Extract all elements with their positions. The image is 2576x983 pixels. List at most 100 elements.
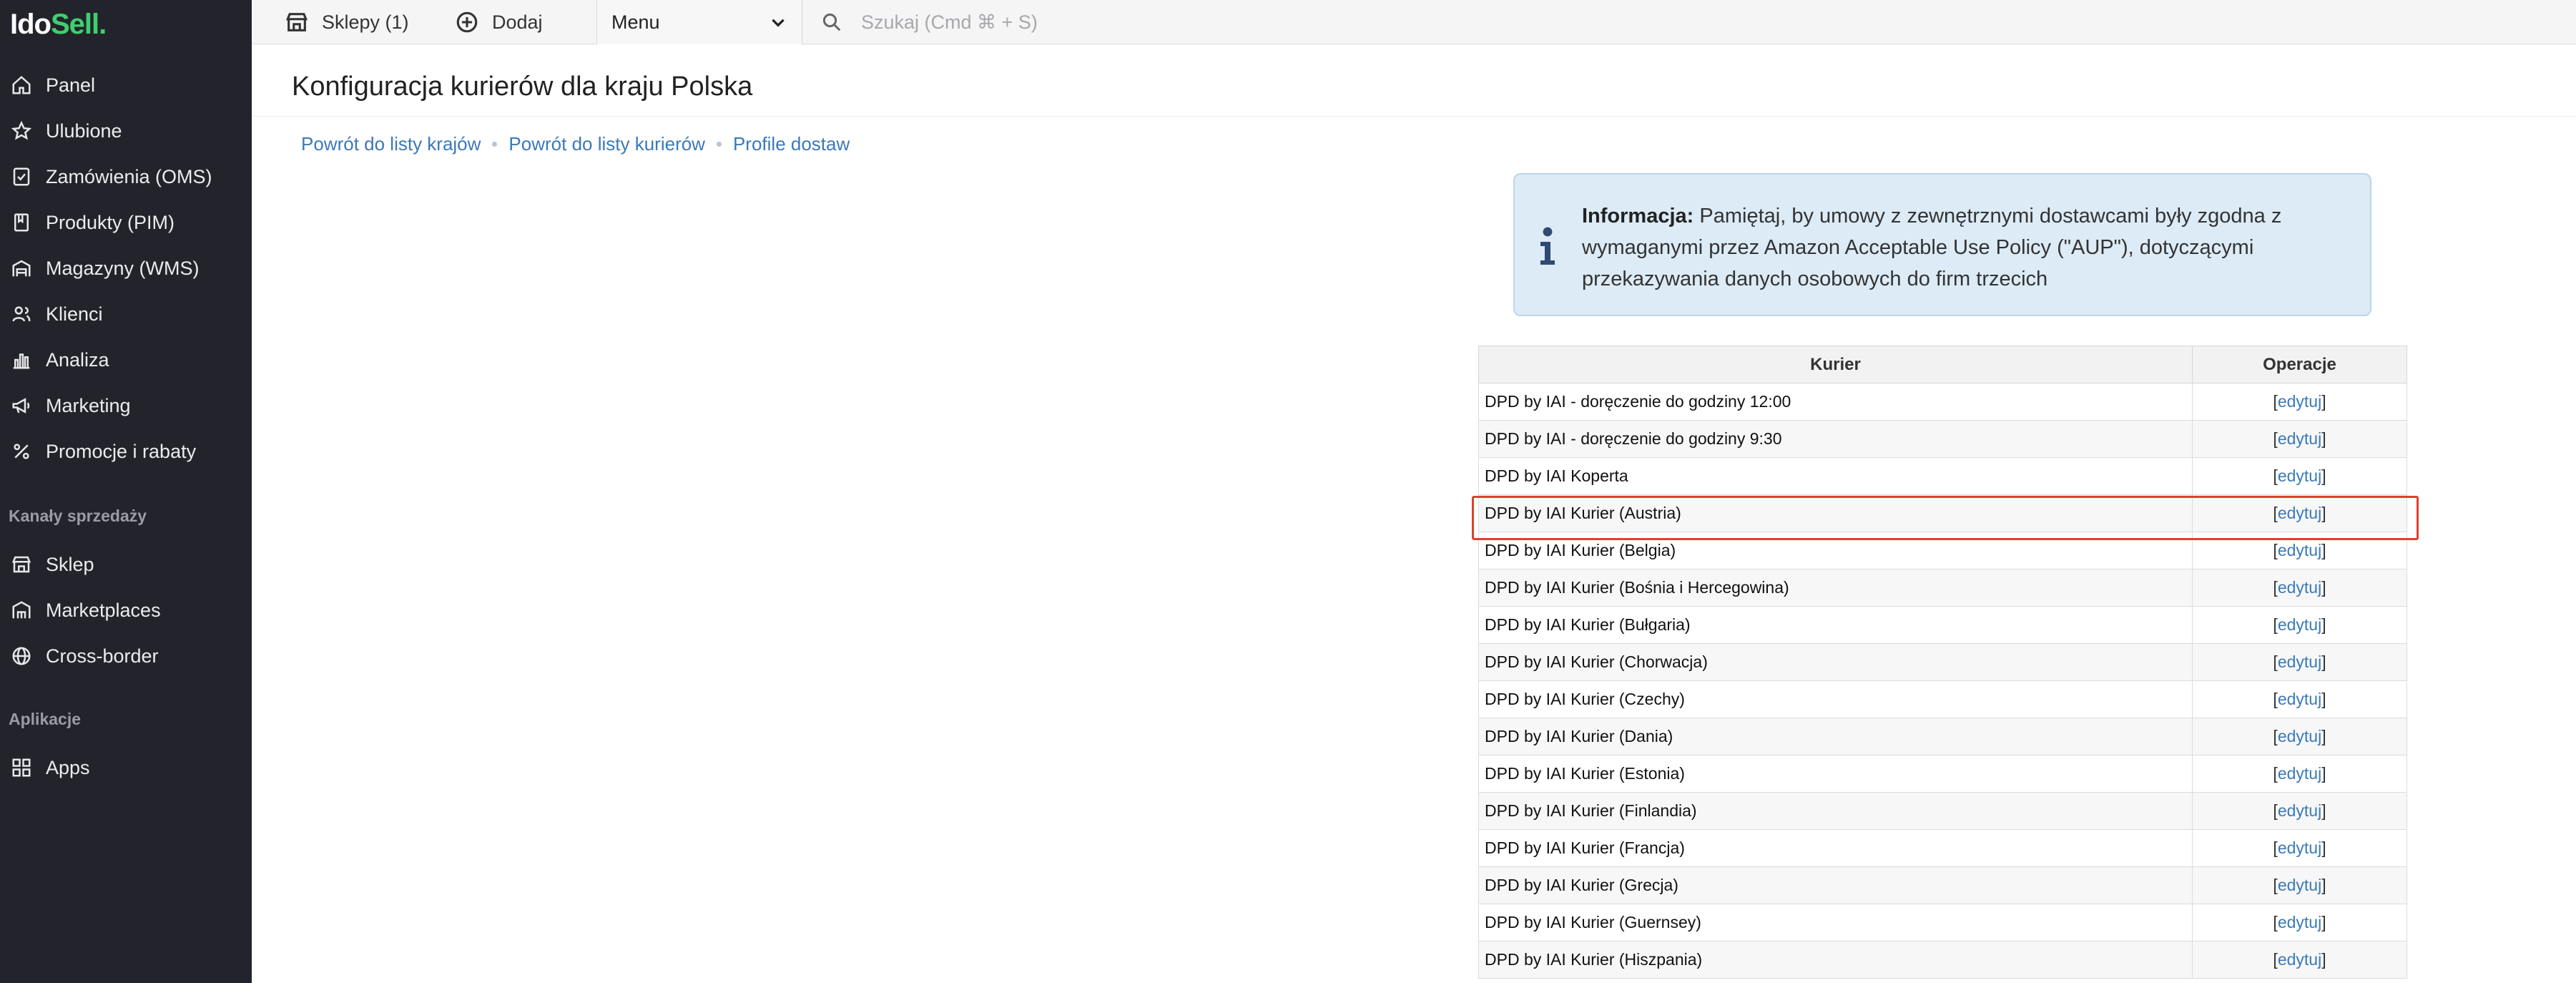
sidebar-item-analiza[interactable]: Analiza: [0, 341, 252, 379]
breadcrumb: Powrót do listy krajów Powrót do listy k…: [301, 133, 850, 155]
link-back-to-countries[interactable]: Powrót do listy krajów: [301, 133, 481, 155]
edit-link[interactable]: edytuj: [2278, 838, 2321, 857]
store-icon: [285, 13, 308, 31]
edit-link[interactable]: edytuj: [2278, 466, 2321, 485]
sidebar-item-label: Magazyny (WMS): [46, 257, 200, 279]
edit-link[interactable]: edytuj: [2278, 690, 2321, 708]
edit-link[interactable]: edytuj: [2278, 541, 2321, 559]
edit-link[interactable]: edytuj: [2278, 876, 2321, 894]
edit-link[interactable]: edytuj: [2278, 615, 2321, 634]
operations-cell: [edytuj]: [2192, 643, 2407, 681]
edit-link[interactable]: edytuj: [2278, 392, 2321, 411]
edit-link[interactable]: edytuj: [2278, 504, 2321, 522]
add-label: Dodaj: [492, 11, 543, 33]
operations-cell: [edytuj]: [2192, 792, 2407, 830]
sidebar-item-produkty[interactable]: Produkty (PIM): [0, 203, 252, 242]
search-input[interactable]: [861, 11, 1719, 34]
idosell-logo[interactable]: IdoSell.: [10, 9, 107, 41]
edit-link[interactable]: edytuj: [2278, 578, 2321, 597]
operations-cell: [edytuj]: [2192, 383, 2407, 421]
sidebar-item-label: Promocje i rabaty: [46, 440, 197, 462]
section-label-sales-channels: Kanały sprzedaży: [9, 507, 147, 525]
table-row: DPD by IAI Kurier (Estonia) [edytuj]: [1478, 755, 2407, 793]
operations-cell: [edytuj]: [2192, 904, 2407, 942]
store-icon: [10, 553, 33, 576]
courier-name-cell: DPD by IAI Kurier (Chorwacja): [1478, 643, 2193, 681]
sidebar: IdoSell. Panel Ulubione Zamówienia (OMS)…: [0, 0, 252, 983]
sidebar-item-label: Cross-border: [46, 645, 159, 667]
home-icon: [10, 74, 33, 97]
add-button[interactable]: Dodaj: [455, 0, 543, 44]
courier-name-cell: DPD by IAI Kurier (Belgia): [1478, 532, 2193, 569]
page-title: Konfiguracja kurierów dla kraju Polska: [292, 72, 753, 102]
table-row: DPD by IAI Kurier (Austria) [edytuj]: [1478, 494, 2407, 532]
marketplace-icon: [10, 599, 33, 622]
operations-cell: [edytuj]: [2192, 494, 2407, 532]
courier-name-cell: DPD by IAI Kurier (Guernsey): [1478, 904, 2193, 942]
courier-name-cell: DPD by IAI Kurier (Bośnia i Hercegowina): [1478, 569, 2193, 607]
operations-cell: [edytuj]: [2192, 866, 2407, 904]
table-row: DPD by IAI Kurier (Bułgaria) [edytuj]: [1478, 606, 2407, 644]
courier-name-cell: DPD by IAI Kurier (Grecja): [1478, 866, 2193, 904]
warehouse-icon: [10, 257, 33, 280]
couriers-table: Kurier Operacje DPD by IAI - doręczenie …: [1478, 346, 2407, 979]
menu-select[interactable]: Menu: [596, 0, 802, 44]
column-header-operations: Operacje: [2192, 346, 2407, 383]
search-bar: [802, 0, 2576, 44]
operations-cell: [edytuj]: [2192, 941, 2407, 979]
courier-name-cell: DPD by IAI - doręczenie do godziny 12:00: [1478, 383, 2193, 421]
edit-link[interactable]: edytuj: [2278, 801, 2321, 820]
edit-link[interactable]: edytuj: [2278, 727, 2321, 745]
menu-select-value: Menu: [611, 11, 660, 33]
edit-link[interactable]: edytuj: [2278, 764, 2321, 783]
sidebar-item-label: Panel: [46, 74, 96, 96]
operations-cell: [edytuj]: [2192, 680, 2407, 718]
table-body: DPD by IAI - doręczenie do godziny 12:00…: [1478, 383, 2407, 979]
edit-link[interactable]: edytuj: [2278, 913, 2321, 931]
edit-link[interactable]: edytuj: [2278, 429, 2321, 448]
sidebar-item-label: Ulubione: [46, 119, 122, 142]
megaphone-icon: [10, 394, 33, 417]
top-bar: Sklepy (1) Dodaj Menu: [252, 0, 2576, 44]
table-row: DPD by IAI Koperta [edytuj]: [1478, 457, 2407, 495]
sidebar-item-ulubione[interactable]: Ulubione: [0, 112, 252, 150]
users-icon: [10, 303, 33, 326]
sidebar-item-sklep[interactable]: Sklep: [0, 545, 252, 584]
sidebar-item-marketplaces[interactable]: Marketplaces: [0, 591, 252, 630]
edit-link[interactable]: edytuj: [2278, 652, 2321, 671]
search-icon: [822, 13, 841, 31]
link-back-to-couriers[interactable]: Powrót do listy kurierów: [508, 133, 705, 155]
star-icon: [10, 119, 33, 142]
table-row: DPD by IAI Kurier (Belgia) [edytuj]: [1478, 532, 2407, 569]
sidebar-item-label: Analiza: [46, 348, 109, 371]
table-row: DPD by IAI Kurier (Dania) [edytuj]: [1478, 718, 2407, 755]
sidebar-item-cross-border[interactable]: Cross-border: [0, 637, 252, 675]
sidebar-item-magazyny[interactable]: Magazyny (WMS): [0, 249, 252, 288]
sidebar-item-label: Marketing: [46, 394, 131, 416]
table-row: DPD by IAI Kurier (Finlandia) [edytuj]: [1478, 792, 2407, 830]
plus-circle-icon: [456, 11, 478, 33]
sidebar-item-label: Produkty (PIM): [46, 211, 175, 233]
link-delivery-profiles[interactable]: Profile dostaw: [733, 133, 850, 155]
courier-name-cell: DPD by IAI Kurier (Hiszpania): [1478, 941, 2193, 979]
percent-icon: [10, 440, 33, 463]
courier-name-cell: DPD by IAI - doręczenie do godziny 9:30: [1478, 420, 2193, 458]
operations-cell: [edytuj]: [2192, 569, 2407, 607]
chart-icon: [10, 348, 33, 371]
sidebar-item-label: Klienci: [46, 303, 103, 325]
edit-link[interactable]: edytuj: [2278, 950, 2321, 969]
column-header-courier: Kurier: [1478, 346, 2193, 383]
info-label: Informacja:: [1582, 205, 1694, 228]
sidebar-item-marketing[interactable]: Marketing: [0, 386, 252, 425]
sidebar-item-klienci[interactable]: Klienci: [0, 295, 252, 333]
sidebar-item-zamowienia[interactable]: Zamówienia (OMS): [0, 157, 252, 196]
clipboard-check-icon: [10, 165, 33, 188]
sidebar-item-apps[interactable]: Apps: [0, 748, 252, 787]
sidebar-item-panel[interactable]: Panel: [0, 66, 252, 104]
shops-button[interactable]: Sklepy (1): [285, 0, 409, 44]
table-row: DPD by IAI Kurier (Hiszpania) [edytuj]: [1478, 941, 2407, 979]
operations-cell: [edytuj]: [2192, 457, 2407, 495]
table-row: DPD by IAI - doręczenie do godziny 12:00…: [1478, 383, 2407, 421]
book-icon: [10, 211, 33, 234]
sidebar-item-promocje[interactable]: Promocje i rabaty: [0, 432, 252, 471]
